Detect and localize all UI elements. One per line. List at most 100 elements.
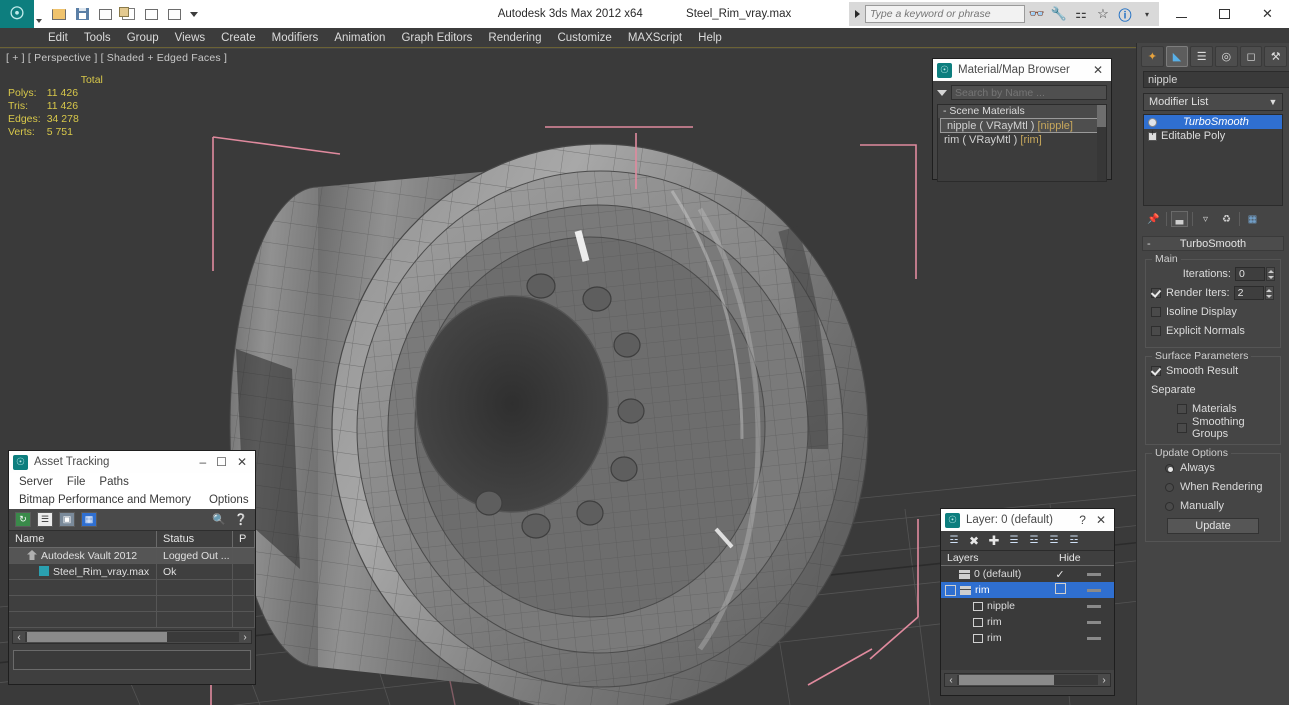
list-item[interactable]: nipple: [941, 598, 1114, 614]
menu-item-edit[interactable]: Edit: [40, 30, 76, 46]
hierarchy-tab[interactable]: ☰: [1190, 45, 1214, 67]
assettrack-menu-options[interactable]: Options: [209, 494, 249, 506]
column-header-path[interactable]: P: [233, 531, 255, 547]
menu-item-views[interactable]: Views: [167, 30, 213, 46]
maximize-button[interactable]: [1203, 0, 1246, 28]
help-caret-icon[interactable]: ▾: [1137, 4, 1157, 24]
list-item[interactable]: rim: [941, 582, 1114, 598]
layer-hide-toggle[interactable]: [1074, 572, 1114, 576]
open-file-icon[interactable]: [49, 4, 69, 24]
object-hide-toggle[interactable]: [1074, 636, 1114, 640]
iterations-input[interactable]: [1235, 267, 1265, 281]
material-item-rim[interactable]: rim ( VRayMtl ) [rim]: [938, 133, 1106, 148]
list-item[interactable]: rim: [941, 614, 1114, 630]
layerwin-list[interactable]: 0 (default) ✓ rim nipple rim rim: [941, 566, 1114, 670]
list-view-icon[interactable]: ☰: [37, 512, 53, 527]
list-item[interactable]: rim: [941, 630, 1114, 646]
assettrack-menu-bitmap-performance[interactable]: Bitmap Performance and Memory: [19, 494, 191, 506]
menu-item-rendering[interactable]: Rendering: [480, 30, 549, 46]
column-header-status[interactable]: Status: [157, 531, 233, 547]
matbrowser-scrollbar[interactable]: [1097, 105, 1106, 181]
search-input[interactable]: [865, 5, 1025, 23]
menu-item-tools[interactable]: Tools: [76, 30, 119, 46]
matbrowser-scroll-thumb[interactable]: [1097, 105, 1106, 127]
matbrowser-options-caret-icon[interactable]: [936, 87, 948, 99]
chevron-down-icon[interactable]: ▼: [1266, 97, 1280, 107]
scroll-left-icon[interactable]: ‹: [945, 675, 957, 686]
modifier-stack[interactable]: TurboSmooth Editable Poly: [1143, 114, 1283, 206]
table-row[interactable]: Steel_Rim_vray.max Ok: [9, 564, 255, 580]
turbosmooth-rollout-header[interactable]: - TurboSmooth: [1142, 236, 1284, 251]
qat-customize-caret-icon[interactable]: [187, 4, 201, 24]
binoculars-icon[interactable]: 👓: [1027, 4, 1047, 24]
highlight-selected-icon[interactable]: ☲: [1047, 534, 1061, 548]
create-new-layer-icon[interactable]: ☲: [947, 534, 961, 548]
display-tab[interactable]: ◻: [1239, 45, 1263, 67]
assettrack-menu-server[interactable]: Server: [19, 476, 53, 488]
menu-item-animation[interactable]: Animation: [326, 30, 393, 46]
assettrack-hscrollbar[interactable]: ‹ ›: [12, 630, 252, 644]
minimize-button[interactable]: [1160, 0, 1203, 28]
subscription-icon[interactable]: ⚏: [1071, 4, 1091, 24]
table-row[interactable]: [9, 580, 255, 596]
add-selection-icon[interactable]: ✚: [987, 533, 1001, 548]
new-scene-icon[interactable]: [95, 4, 115, 24]
update-when-rendering-radio[interactable]: [1165, 482, 1174, 492]
app-menu-caret-icon[interactable]: [34, 0, 43, 28]
update-manually-radio[interactable]: [1165, 501, 1174, 511]
assettrack-close-icon[interactable]: ✕: [237, 455, 247, 469]
scroll-left-icon[interactable]: ‹: [13, 632, 25, 643]
help-query-icon[interactable]: 🔍: [211, 512, 227, 527]
modify-tab[interactable]: ◣: [1165, 45, 1189, 67]
table-row[interactable]: [9, 612, 255, 628]
separate-materials-checkbox[interactable]: [1177, 404, 1187, 414]
undo-icon[interactable]: [141, 4, 161, 24]
help-icon[interactable]: ⓘ: [1115, 4, 1135, 24]
scroll-right-icon[interactable]: ›: [1098, 675, 1110, 686]
scroll-thumb[interactable]: [27, 632, 167, 642]
rollout-collapse-icon[interactable]: -: [1147, 238, 1151, 250]
utilities-tab[interactable]: ⚒: [1264, 45, 1288, 67]
select-highlighted-icon[interactable]: ☲: [1027, 534, 1041, 548]
app-logo-icon[interactable]: ☉: [0, 0, 34, 28]
modifier-stack-item-turbosmooth[interactable]: TurboSmooth: [1144, 115, 1282, 129]
infocenter-caret-icon[interactable]: [851, 4, 863, 24]
iterations-spinner[interactable]: [1266, 267, 1275, 281]
expand-plus-icon[interactable]: [1148, 129, 1157, 141]
delete-layer-icon[interactable]: ✖: [967, 534, 981, 548]
assettrack-maximize-icon[interactable]: ☐: [216, 455, 227, 469]
redo-icon[interactable]: [164, 4, 184, 24]
assettrack-menu-file[interactable]: File: [67, 476, 86, 488]
explicit-normals-checkbox[interactable]: [1151, 326, 1161, 336]
render-iters-input[interactable]: [1233, 286, 1264, 300]
motion-tab[interactable]: ◎: [1215, 45, 1238, 67]
smooth-result-checkbox[interactable]: [1151, 366, 1161, 376]
scroll-track[interactable]: [25, 632, 239, 642]
object-name-input[interactable]: [1143, 71, 1289, 88]
matbrowser-list[interactable]: - Scene Materials nipple ( VRayMtl ) [ni…: [937, 104, 1107, 182]
column-header-hide[interactable]: Hide: [1053, 551, 1099, 565]
remove-modifier-icon[interactable]: ♻: [1218, 211, 1235, 227]
column-header-layers[interactable]: Layers: [941, 551, 1053, 565]
isoline-display-checkbox[interactable]: [1151, 307, 1161, 317]
assettrack-menu-paths[interactable]: Paths: [99, 476, 128, 488]
menu-item-maxscript[interactable]: MAXScript: [620, 30, 690, 46]
scroll-right-icon[interactable]: ›: [239, 632, 251, 643]
refresh-icon[interactable]: ↻: [15, 512, 31, 527]
close-button[interactable]: ✕: [1246, 0, 1289, 28]
list-item[interactable]: 0 (default) ✓: [941, 566, 1114, 582]
assettrack-help-icon[interactable]: ❔: [233, 512, 249, 527]
modifier-list-dropdown[interactable]: Modifier List ▼: [1143, 93, 1283, 111]
configure-modifier-sets-icon[interactable]: ▦: [1244, 211, 1261, 227]
asset-tracking-window[interactable]: ☉ Asset Tracking – ☐ ✕ Server File Paths…: [8, 450, 256, 685]
render-iters-spinner[interactable]: [1264, 286, 1274, 300]
menu-item-group[interactable]: Group: [119, 30, 167, 46]
make-unique-icon[interactable]: ▿: [1197, 211, 1214, 227]
menu-item-graph-editors[interactable]: Graph Editors: [393, 30, 480, 46]
light-bulb-icon[interactable]: [1148, 117, 1157, 127]
menu-item-customize[interactable]: Customize: [549, 30, 619, 46]
star-icon[interactable]: ☆: [1093, 4, 1113, 24]
scene-materials-section[interactable]: - Scene Materials: [938, 105, 1106, 118]
reference-scene-icon[interactable]: [118, 4, 138, 24]
layer-visible-check[interactable]: [1046, 583, 1074, 597]
